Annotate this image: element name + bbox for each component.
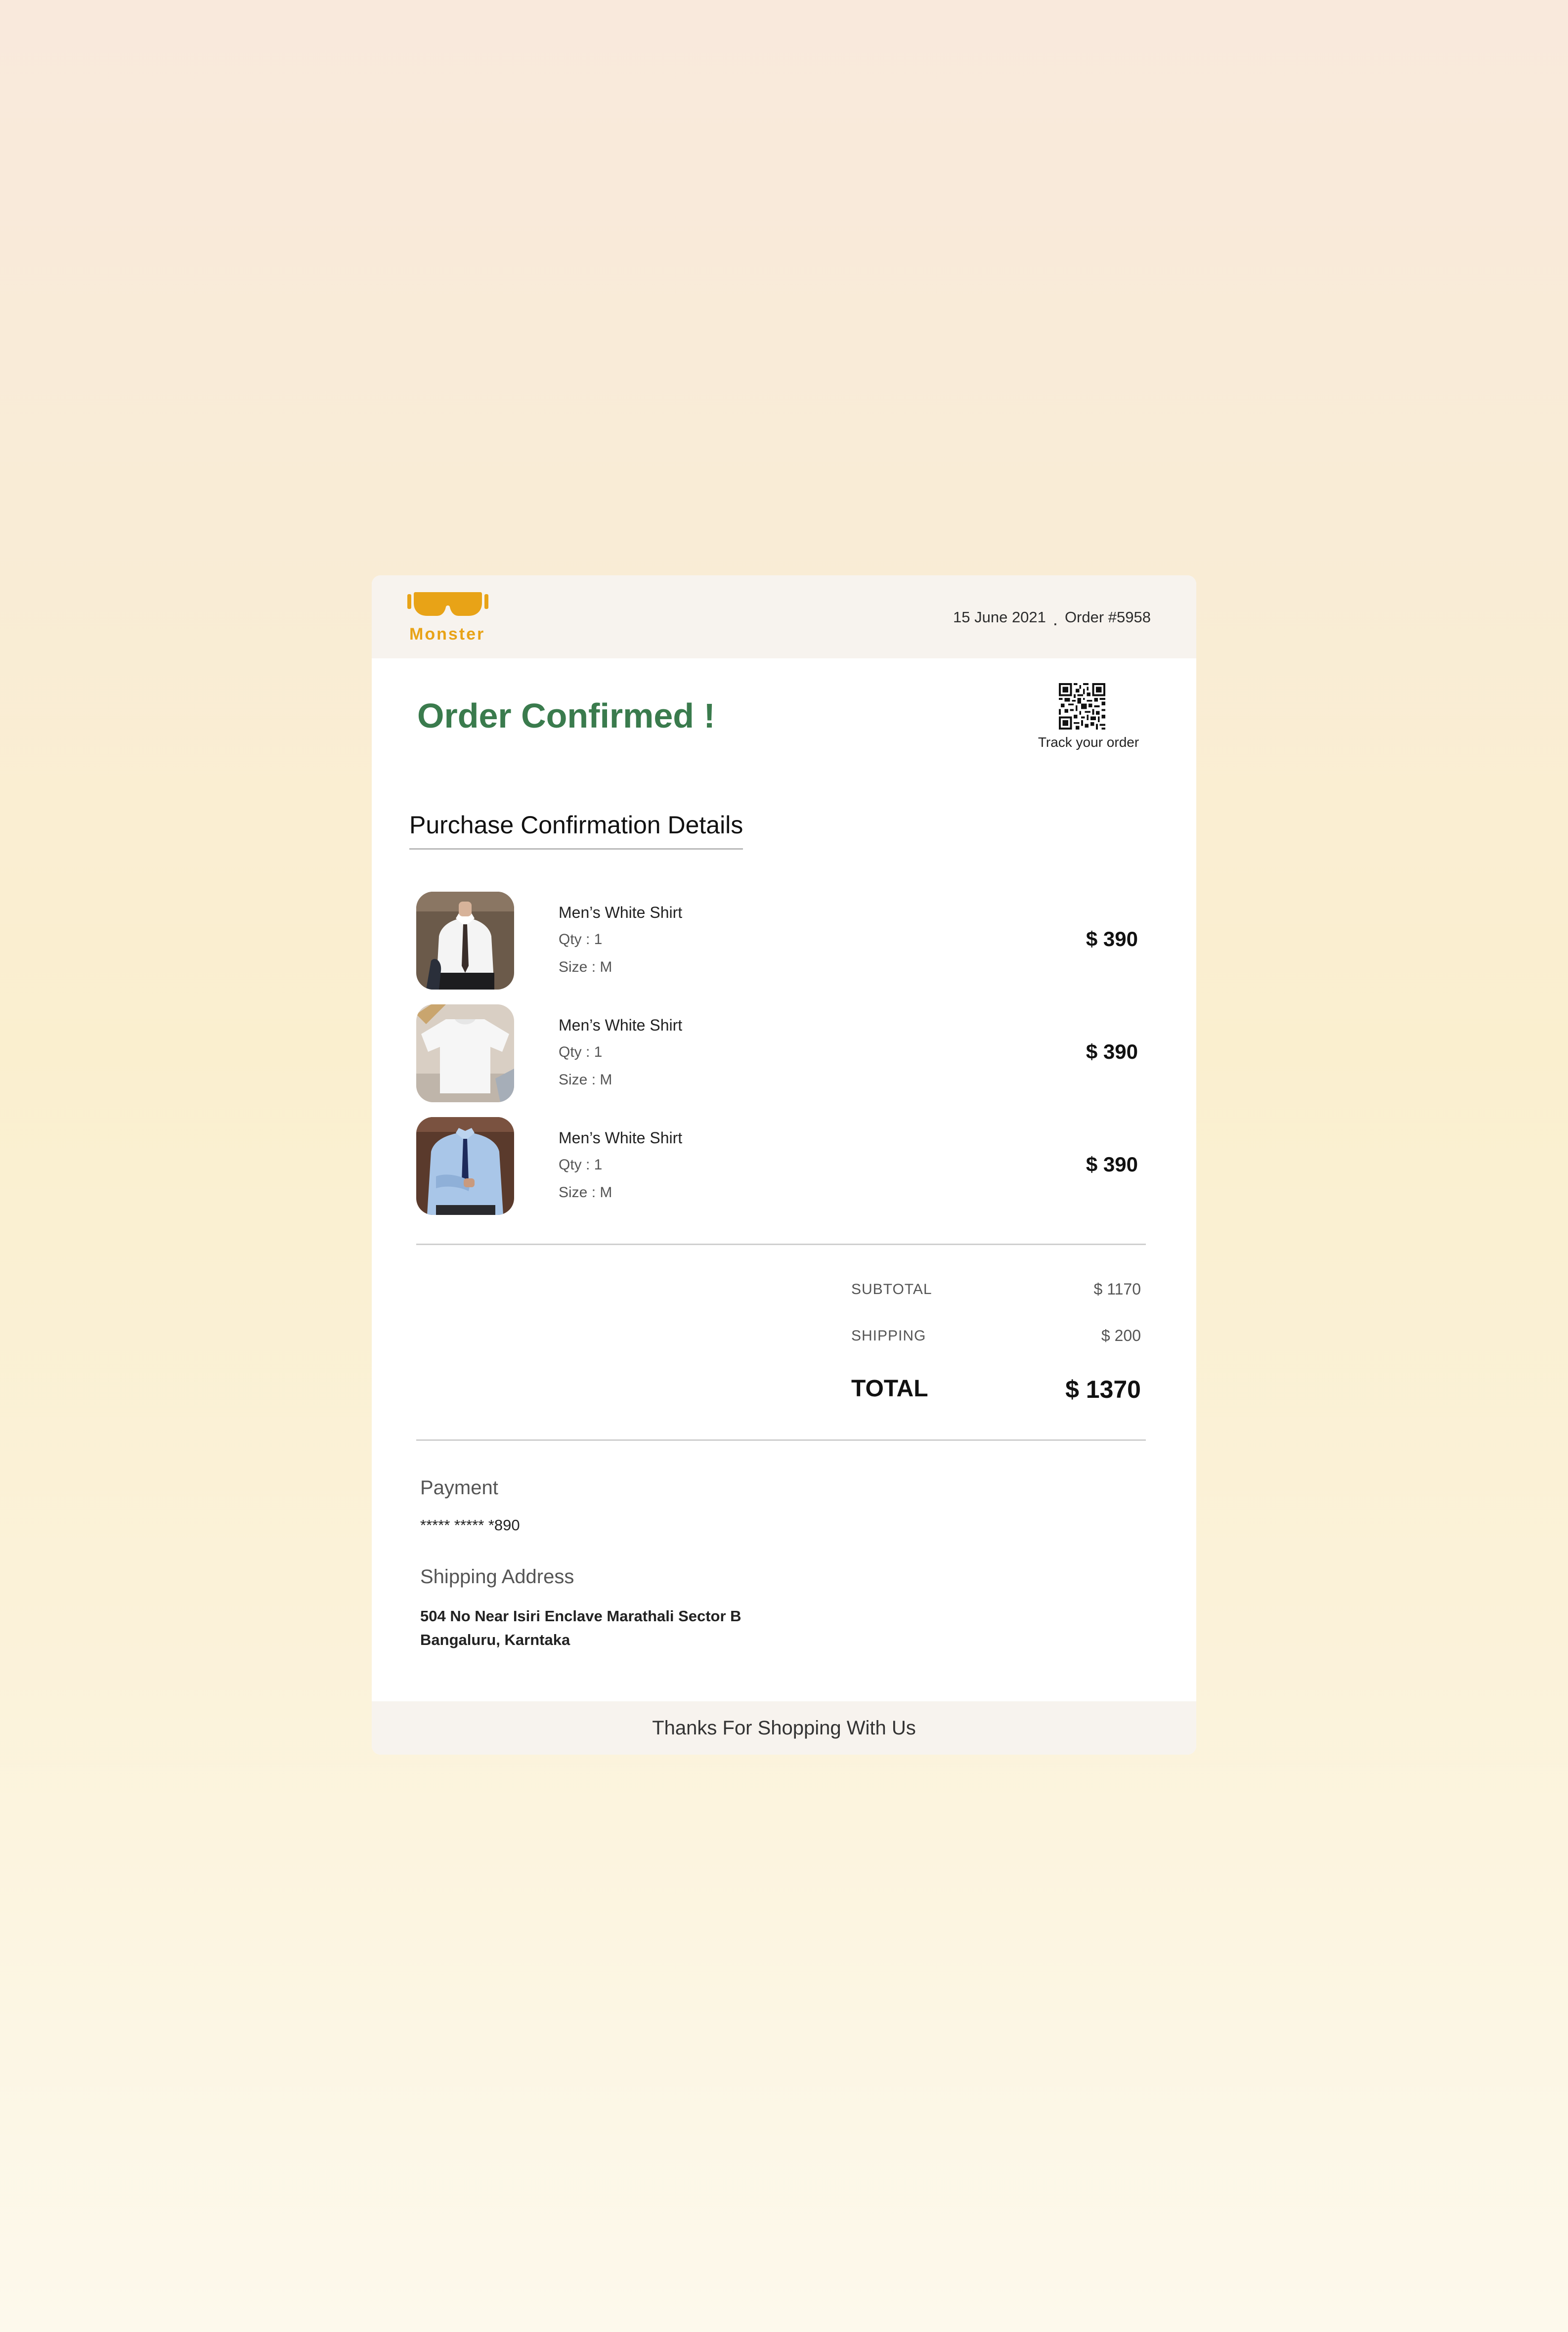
product-image <box>416 1004 514 1102</box>
shipping-address-line2: Bangaluru, Karntaka <box>420 1631 570 1648</box>
item-name: Men’s White Shirt <box>559 1016 683 1034</box>
item-size: Size : M <box>559 959 612 975</box>
item-size: Size : M <box>559 1184 612 1201</box>
order-number: Order #5958 <box>1064 608 1151 626</box>
item-size: Size : M <box>559 1072 612 1088</box>
product-image <box>416 1117 514 1215</box>
section-title: Purchase Confirmation Details <box>409 811 743 850</box>
shipping-value: $ 200 <box>1101 1327 1141 1344</box>
item-price: $ 390 <box>1086 1153 1138 1176</box>
shipping-label: SHIPPING <box>851 1328 926 1344</box>
payment-heading: Payment <box>420 1477 498 1499</box>
shipping-address-line1: 504 No Near Isiri Enclave Marathali Sect… <box>420 1607 741 1625</box>
subtotal-label: SUBTOTAL <box>851 1281 932 1297</box>
brand-name: Monster <box>409 625 485 644</box>
subtotal-value: $ 1170 <box>1093 1280 1141 1298</box>
divider <box>416 1439 1146 1441</box>
order-date: 15 June 2021 <box>953 608 1046 626</box>
total-label: TOTAL <box>851 1376 928 1402</box>
sunglasses-logo-icon <box>407 592 488 616</box>
brand-logo[interactable]: Monster <box>407 588 491 648</box>
item-price: $ 390 <box>1086 927 1138 950</box>
total-value: $ 1370 <box>1065 1376 1141 1403</box>
product-image <box>416 892 514 990</box>
order-item[interactable]: Men’s White Shirt Qty : 1 Size : M $ 390 <box>416 1004 1138 1102</box>
card-header: Monster 15 June 2021. Order #5958 <box>372 575 1196 658</box>
payment-card-number: ***** ***** *890 <box>420 1516 520 1534</box>
order-item[interactable]: Men’s White Shirt Qty : 1 Size : M $ 390 <box>416 892 1138 990</box>
order-item[interactable]: Men’s White Shirt Qty : 1 Size : M $ 390 <box>416 1117 1138 1215</box>
card-footer: Thanks For Shopping With Us <box>372 1701 1196 1755</box>
qr-code-icon[interactable] <box>1059 683 1105 730</box>
order-status-title: Order Confirmed ! <box>417 696 715 735</box>
item-quantity: Qty : 1 <box>559 1044 603 1060</box>
item-quantity: Qty : 1 <box>559 931 603 948</box>
track-order-link[interactable]: Track your order <box>1029 734 1148 750</box>
item-name: Men’s White Shirt <box>559 1129 683 1147</box>
meta-separator: . <box>1052 609 1058 629</box>
order-meta: 15 June 2021. Order #5958 <box>953 606 1151 629</box>
divider <box>416 1244 1146 1245</box>
order-confirmation-card: Monster 15 June 2021. Order #5958 Order C… <box>372 575 1196 1755</box>
item-price: $ 390 <box>1086 1040 1138 1063</box>
footer-message: Thanks For Shopping With Us <box>652 1717 916 1739</box>
shipping-address-heading: Shipping Address <box>420 1566 574 1588</box>
item-quantity: Qty : 1 <box>559 1157 603 1173</box>
item-name: Men’s White Shirt <box>559 904 683 921</box>
